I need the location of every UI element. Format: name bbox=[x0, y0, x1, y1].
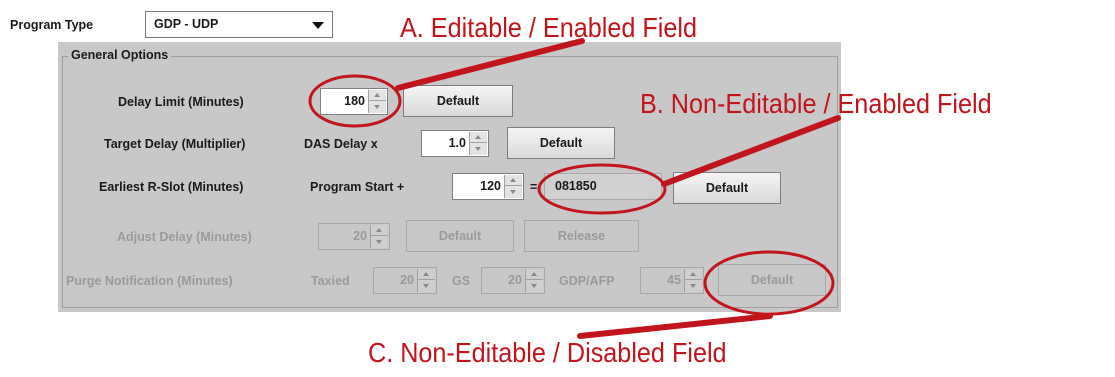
annotation-circle-a bbox=[308, 74, 402, 128]
annotation-c-text: C. Non-Editable / Disabled Field bbox=[368, 337, 727, 368]
annotation-arrow-c bbox=[577, 313, 773, 339]
annotation-b-text: B. Non-Editable / Enabled Field bbox=[640, 88, 992, 119]
annotation-a-text: A. Editable / Enabled Field bbox=[400, 12, 697, 43]
annotation-circle-c bbox=[703, 250, 835, 316]
annotation-arrow-b bbox=[661, 115, 841, 187]
annotation-overlay bbox=[308, 38, 841, 339]
annotation-arrow-a bbox=[395, 38, 585, 91]
annotation-circle-b bbox=[537, 163, 667, 215]
